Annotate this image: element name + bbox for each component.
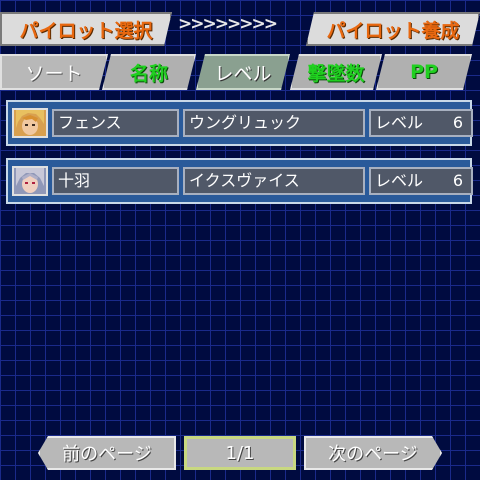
- level-label: レベル: [375, 113, 424, 132]
- sort-label: ソート: [0, 54, 108, 90]
- blonde-pilot-portrait: [12, 108, 48, 138]
- pilot-row[interactable]: フェンス ウングリュック レベル 6: [6, 100, 473, 146]
- tab-arrows: >>>>>>>>: [178, 14, 278, 34]
- silver-haired-pilot-portrait: [12, 166, 48, 196]
- next-page-button[interactable]: 次のページ: [304, 436, 442, 470]
- prev-page-button[interactable]: 前のページ: [38, 436, 176, 470]
- pilot-level: レベル 6: [369, 167, 473, 195]
- prev-page-label: 前のページ: [62, 444, 152, 465]
- pilot-unit: ウングリュック: [183, 109, 365, 137]
- sort-name-button[interactable]: 名称: [102, 54, 196, 90]
- pilot-training-tab[interactable]: パイロット養成: [306, 12, 480, 46]
- pilot-unit: イクスヴァイス: [183, 167, 365, 195]
- pilot-row[interactable]: 十羽 イクスヴァイス レベル 6: [6, 158, 473, 204]
- pilot-select-label: パイロット選択: [19, 19, 153, 42]
- sort-name-label: 名称: [129, 62, 168, 85]
- sort-pp-button[interactable]: PP: [376, 54, 472, 90]
- next-page-label: 次のページ: [328, 444, 418, 465]
- level-value: 6: [452, 171, 463, 190]
- sort-level-label: レベル: [214, 62, 272, 85]
- pilot-name: 十羽: [52, 167, 179, 195]
- pilot-level: レベル 6: [369, 109, 473, 137]
- sort-pp-label: PP: [410, 61, 438, 83]
- level-value: 6: [452, 113, 463, 132]
- pilot-name: フェンス: [52, 109, 179, 137]
- pilot-training-label: パイロット養成: [326, 19, 460, 42]
- sort-kills-label: 撃墜数: [307, 62, 365, 85]
- sort-label-text: ソート: [25, 62, 83, 85]
- sort-level-button[interactable]: レベル: [196, 54, 290, 90]
- sort-kills-button[interactable]: 撃墜数: [290, 54, 382, 90]
- level-label: レベル: [375, 171, 424, 190]
- page-indicator: 1/1: [184, 436, 296, 470]
- page-indicator-text: 1/1: [225, 442, 255, 464]
- pilot-select-tab[interactable]: パイロット選択: [0, 12, 172, 46]
